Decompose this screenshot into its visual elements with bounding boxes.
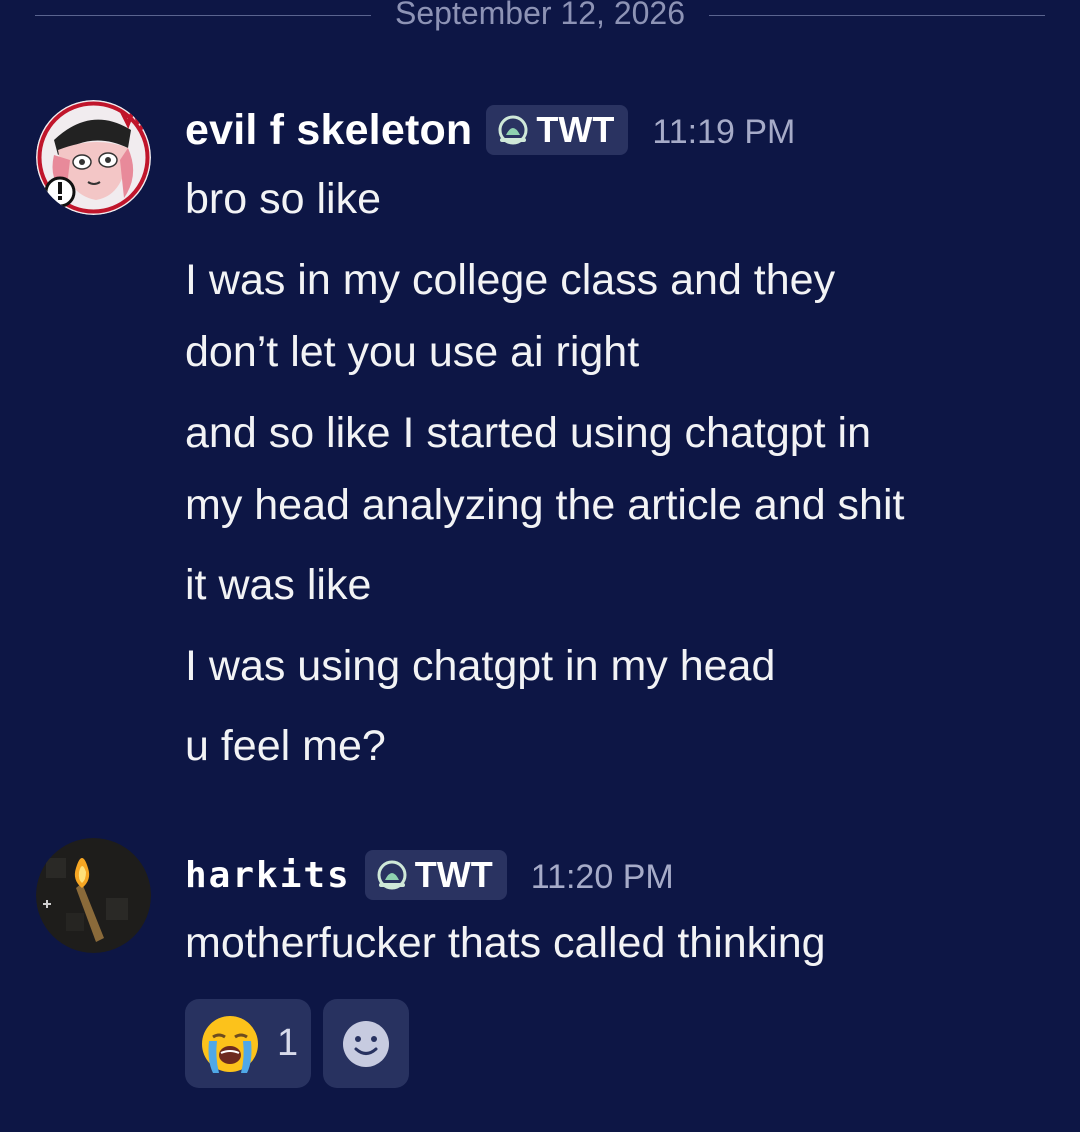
message-line: don’t let you use ai right [185,328,640,376]
guild-tag-icon [377,860,407,890]
anime-character-avatar-icon [36,100,151,215]
date-divider-label: September 12, 2026 [395,0,685,31]
server-tag[interactable]: TWT [364,850,507,900]
divider-line-right [709,14,1046,16]
timestamp: 11:20 PM [530,857,674,896]
message-line: bro so like [185,175,381,223]
message-line: it was like [185,561,372,609]
server-tag[interactable]: TWT [486,105,629,155]
server-tag-label: TWT [414,854,493,895]
message-line: and so like I started using chatgpt in [185,409,872,457]
divider-line-left [35,14,372,16]
message-line: u feel me? [185,722,386,770]
guild-tag-icon [498,115,528,145]
timestamp: 11:19 PM [652,112,796,151]
smiley-add-reaction-icon [343,1020,389,1067]
add-reaction-button[interactable] [323,999,409,1088]
server-tag-label: TWT [536,109,615,150]
message-line: motherfucker thats called thinking [185,919,826,967]
message-header: evil f skeleton TWT 11:19 PM [185,102,795,158]
username[interactable]: evil f skeleton [185,106,472,155]
loudly-crying-face-icon [202,1015,258,1073]
reaction-count: 1 [277,1022,299,1064]
avatar[interactable] [36,100,151,215]
message-line: I was using chatgpt in my head [185,642,776,690]
torch-avatar-icon [36,838,151,953]
date-divider: September 12, 2026 [35,0,1046,31]
avatar[interactable] [36,838,151,953]
message-line: I was in my college class and they [185,256,836,304]
reactions-bar: 1 [185,999,409,1088]
reaction-loudly-crying[interactable]: 1 [185,999,311,1088]
username[interactable]: harkits [185,855,351,896]
message-line: my head analyzing the article and shit [185,481,905,529]
message-header: harkits TWT 11:20 PM [185,847,674,903]
